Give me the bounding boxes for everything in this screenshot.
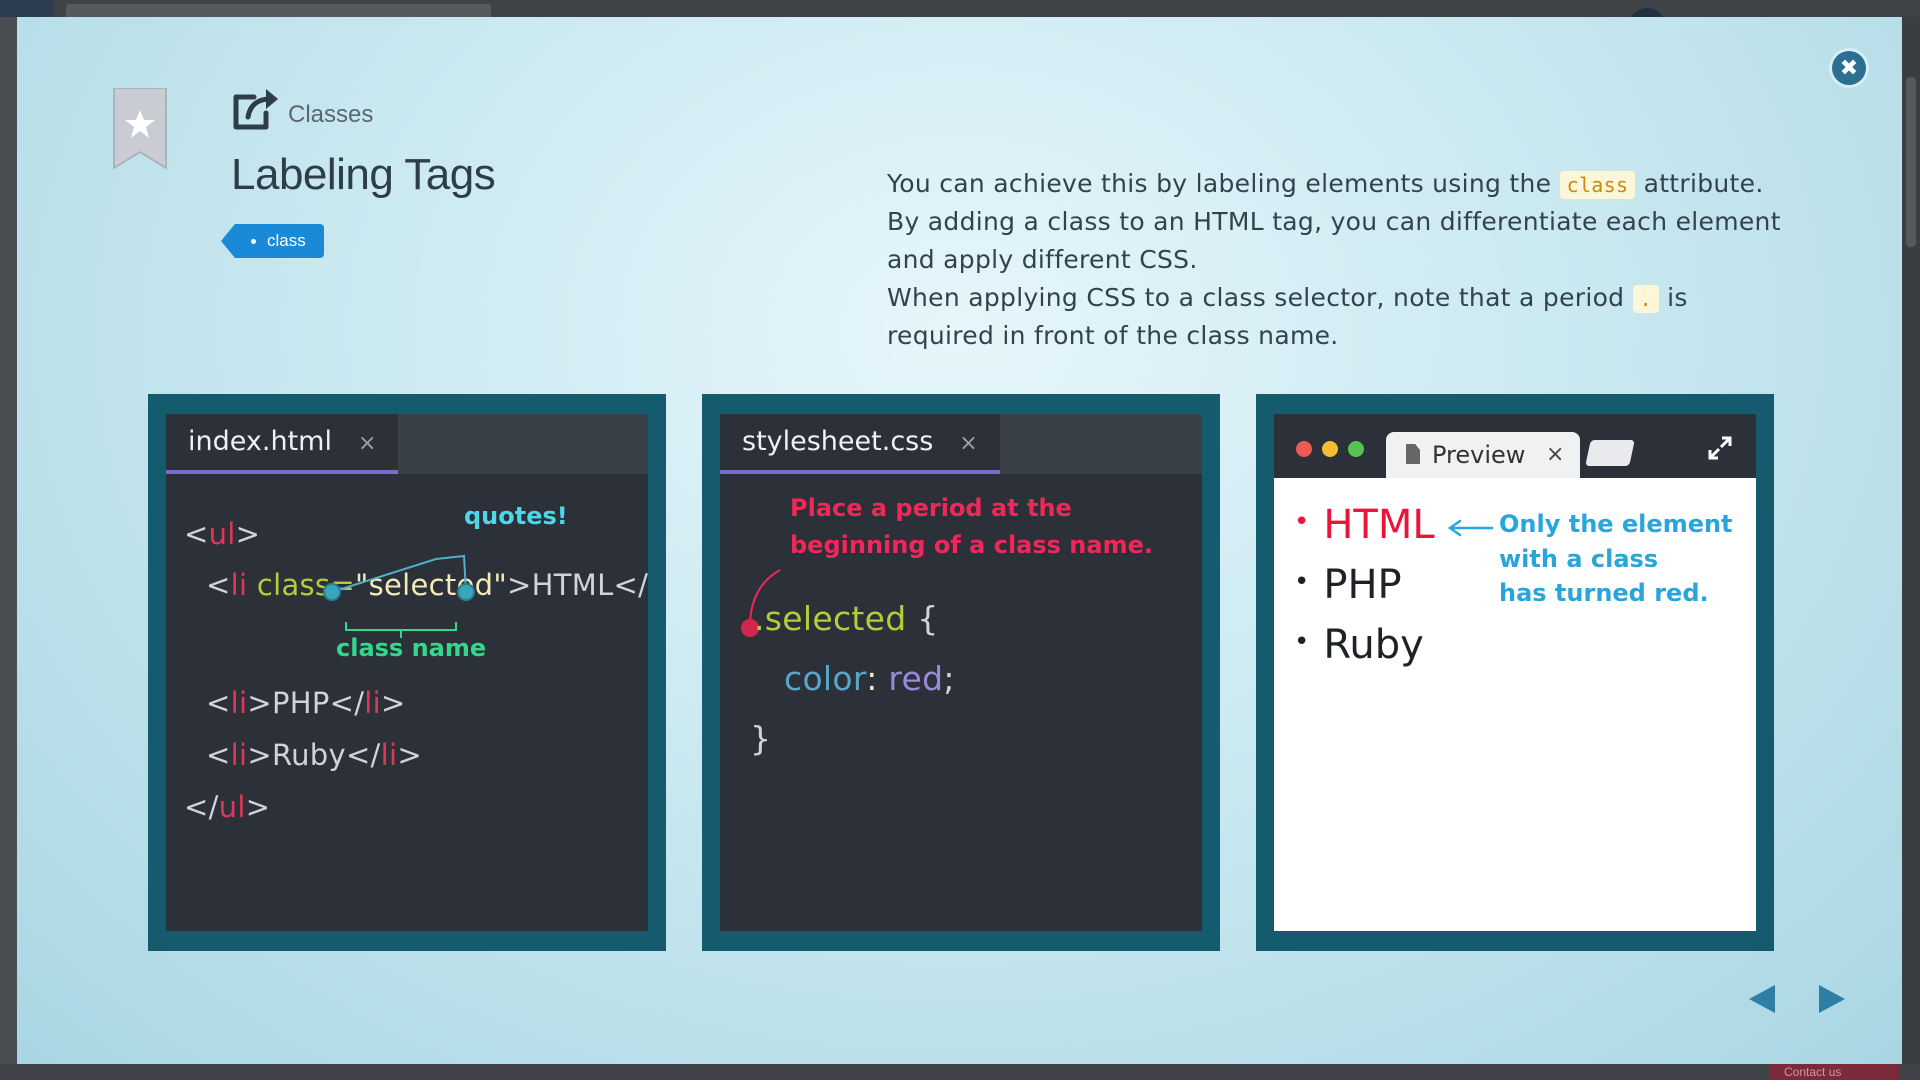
css-tabbar: stylesheet.css × <box>720 414 1202 474</box>
preview-item-label: Ruby <box>1323 622 1424 668</box>
background-bottom-strip: Contact us <box>0 1064 1920 1080</box>
browser-maximize-dot-icon[interactable] <box>1348 441 1364 457</box>
tab-stylesheet-css[interactable]: stylesheet.css × <box>720 414 1000 474</box>
next-slide-arrow-icon[interactable] <box>1817 983 1847 1015</box>
code-line-li-ruby: <li>Ruby</li> <box>206 738 422 772</box>
code-token: PHP <box>271 686 330 720</box>
code-token: ul <box>218 790 246 824</box>
code-token: li <box>380 738 398 772</box>
css-editor: stylesheet.css × Place a period at the be… <box>720 414 1202 931</box>
external-link-icon[interactable] <box>232 87 280 131</box>
code-token: li <box>230 686 248 720</box>
tab-index-html[interactable]: index.html × <box>166 414 399 474</box>
note-only-element-line-2: with a class <box>1499 545 1659 573</box>
preview-item-html: • HTML <box>1294 502 1435 548</box>
css-panel: stylesheet.css × Place a period at the be… <box>702 394 1220 951</box>
bullet: • <box>1294 627 1310 657</box>
code-token: > <box>235 517 261 551</box>
tab-label: stylesheet.css <box>742 426 934 457</box>
code-line-li-php: <li>PHP</li> <box>206 686 406 720</box>
html-editor: index.html × <ul> <li class="selected">HT… <box>166 414 648 931</box>
close-icon[interactable]: × <box>358 431 376 456</box>
bookmark-star-icon[interactable] <box>112 88 168 170</box>
code-token: selected <box>764 599 907 638</box>
code-token: >HTML</ <box>507 568 648 602</box>
slide-modal: ✖ Classes Labeling Tags class You can ac… <box>17 17 1902 1064</box>
preview-item-php: • PHP <box>1294 562 1402 608</box>
page-title: Labeling Tags <box>231 150 496 199</box>
close-icon: ✖ <box>1839 55 1859 81</box>
close-icon[interactable]: × <box>959 431 977 456</box>
description-line-3: When applying CSS to a class selector, n… <box>887 279 1787 355</box>
code-line-ul-close: </ul> <box>184 790 271 824</box>
tab-label: Preview <box>1432 441 1526 469</box>
description-text: You can achieve this by labeling element… <box>887 169 1560 198</box>
code-token: < <box>184 517 209 551</box>
course-breadcrumb: Classes <box>232 87 373 131</box>
close-modal-button[interactable]: ✖ <box>1832 51 1866 85</box>
tab-preview[interactable]: Preview × <box>1386 432 1580 478</box>
bullet: • <box>1294 507 1310 537</box>
code-token: ul <box>208 517 236 551</box>
note-period-line-1: Place a period at the <box>790 494 1072 522</box>
code-line-declaration: color: red; <box>784 659 955 698</box>
description-line-2: By adding a class to an HTML tag, you ca… <box>887 207 1781 274</box>
code-chip-period: . <box>1632 285 1659 313</box>
code-token-period: . <box>754 599 765 638</box>
description-text: When applying CSS to a class selector, n… <box>887 283 1633 312</box>
note-only-element-line-1: Only the element <box>1499 510 1733 538</box>
code-line-selector: .selected { <box>754 599 939 638</box>
code-token: Ruby <box>271 738 346 772</box>
note-quotes: quotes! <box>464 502 568 530</box>
code-token: < <box>206 568 231 602</box>
tag-badge-class[interactable]: class <box>221 224 324 258</box>
code-line-ul-open: <ul> <box>184 517 260 551</box>
browser-preview-window: Preview × • HTML • PHP • Ruby Only the elem… <box>1274 414 1756 931</box>
new-tab-button[interactable] <box>1585 440 1635 466</box>
document-icon <box>1406 444 1420 464</box>
preview-item-label: PHP <box>1323 562 1402 608</box>
background-header-bar <box>66 4 491 17</box>
course-label: Classes <box>288 101 374 128</box>
code-token: : <box>866 659 878 698</box>
html-tabbar: index.html × <box>166 414 648 474</box>
code-token: li <box>230 738 248 772</box>
app-logo-corner <box>0 0 54 17</box>
description-text: attribute. <box>1635 169 1764 198</box>
arrow-left-annotation-icon <box>1447 519 1494 537</box>
bullet: • <box>1294 567 1310 597</box>
background-top-strip <box>0 0 1920 28</box>
note-class-name: class name <box>336 634 487 662</box>
note-period-line-2: beginning of a class name. <box>790 531 1153 559</box>
tag-dot-icon <box>251 239 256 244</box>
note-only-element-line-3: has turned red. <box>1499 579 1709 607</box>
tag-label: class <box>267 231 306 250</box>
browser-close-dot-icon[interactable] <box>1296 441 1312 457</box>
previous-slide-arrow-icon[interactable] <box>1747 983 1777 1015</box>
tab-label: index.html <box>188 426 332 457</box>
code-token: li <box>364 686 382 720</box>
code-line-brace-close: } <box>750 719 772 758</box>
contact-us-button[interactable]: Contact us <box>1770 1064 1900 1080</box>
code-token: red <box>888 659 944 698</box>
scrollbar-thumb[interactable] <box>1906 77 1916 247</box>
description-line-1: You can achieve this by labeling element… <box>887 165 1787 203</box>
code-token: color <box>784 659 867 698</box>
close-icon[interactable]: × <box>1546 432 1564 478</box>
code-token: li <box>230 568 248 602</box>
code-chip-class: class <box>1559 171 1636 199</box>
preview-panel: Preview × • HTML • PHP • Ruby Only the elem… <box>1256 394 1774 951</box>
browser-minimize-dot-icon[interactable] <box>1322 441 1338 457</box>
preview-item-ruby: • Ruby <box>1294 622 1424 668</box>
code-token: { <box>906 599 939 638</box>
html-panel: index.html × <ul> <li class="selected">HT… <box>148 394 666 951</box>
code-token: ; <box>943 659 955 698</box>
preview-item-label: HTML <box>1323 502 1435 548</box>
expand-icon[interactable] <box>1706 434 1734 462</box>
lesson-description: You can achieve this by labeling element… <box>887 165 1787 355</box>
page-scrollbar[interactable] <box>1902 17 1920 1064</box>
browser-chrome: Preview × <box>1274 414 1756 478</box>
